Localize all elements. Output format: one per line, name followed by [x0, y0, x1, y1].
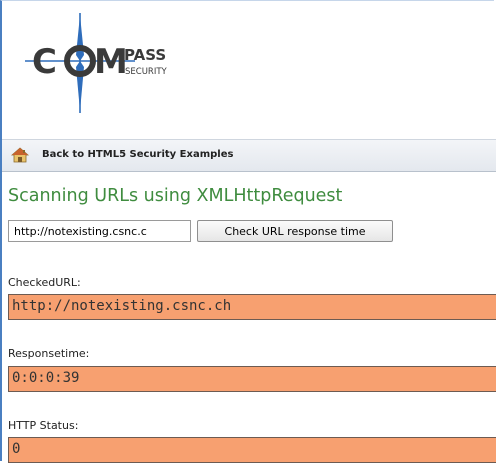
url-input[interactable]: [8, 220, 191, 242]
compass-security-logo: C M PASS SECURITY: [25, 13, 168, 113]
svg-text:PASS: PASS: [124, 46, 166, 64]
nav-bar: Back to HTML5 Security Examples: [2, 139, 496, 172]
http-status-output: 0: [8, 437, 496, 463]
back-to-examples-link[interactable]: Back to HTML5 Security Examples: [42, 149, 233, 160]
svg-text:M: M: [94, 42, 128, 82]
home-icon[interactable]: [11, 147, 29, 163]
svg-text:SECURITY: SECURITY: [125, 67, 168, 77]
svg-text:C: C: [32, 42, 57, 82]
http-status-label: HTTP Status:: [8, 419, 79, 432]
page-header: C M PASS SECURITY: [2, 1, 496, 139]
responsetime-output: 0:0:0:39: [8, 366, 496, 392]
checked-url-label: CheckedURL:: [8, 276, 81, 289]
checked-url-output: http://notexisting.csnc.ch: [8, 294, 496, 320]
check-url-response-time-button[interactable]: Check URL response time: [197, 220, 393, 242]
responsetime-label: Responsetime:: [8, 347, 90, 360]
page-title: Scanning URLs using XMLHttpRequest: [8, 186, 343, 206]
